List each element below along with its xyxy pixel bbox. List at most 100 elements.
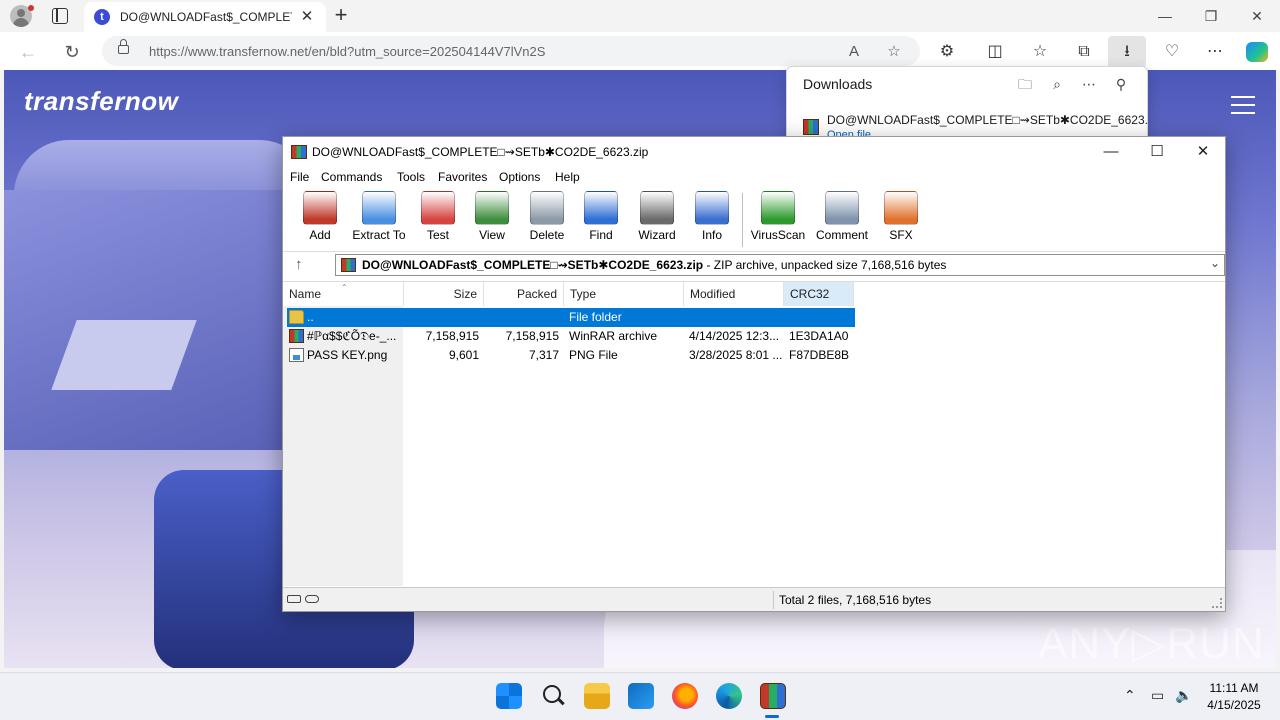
search-icon[interactable]: ⌕ bbox=[1047, 74, 1067, 94]
file-row-archive[interactable]: #ℙα$$ℭÕ𝔇e-_... 7,158,915 7,158,915 WinRA… bbox=[287, 327, 855, 346]
volume-icon[interactable]: 🔈 bbox=[1175, 687, 1192, 704]
view-button[interactable]: View bbox=[471, 191, 513, 249]
winrar-title-bar[interactable]: DO@WNLOADFast$_COMPLETE□⇝SETb✱CO2DE_6623… bbox=[283, 137, 1225, 167]
tab-favicon-icon: t bbox=[94, 9, 110, 25]
add-button[interactable]: Add bbox=[301, 191, 339, 249]
column-header-modified[interactable]: Modified bbox=[684, 282, 784, 306]
clock-date[interactable]: 4/15/2025 bbox=[1200, 698, 1268, 712]
favorites-icon[interactable]: ☆ bbox=[1029, 41, 1051, 63]
test-button[interactable]: Test bbox=[419, 191, 457, 249]
brand-logo[interactable]: transfernow bbox=[24, 86, 178, 117]
delete-label: Delete bbox=[529, 228, 565, 242]
address-bar[interactable]: https://www.transfernow.net/en/bld?utm_s… bbox=[102, 36, 920, 66]
more-options-icon[interactable]: ⋯ bbox=[1079, 74, 1099, 94]
resize-grip[interactable] bbox=[1212, 598, 1222, 608]
winrar-minimize-button[interactable]: — bbox=[1097, 141, 1125, 163]
winrar-path-bar: ↑ DO@WNLOADFast$_COMPLETE□⇝SETb✱CO2DE_66… bbox=[283, 251, 1225, 279]
sfx-icon bbox=[884, 191, 918, 225]
menu-help[interactable]: Help bbox=[555, 170, 580, 184]
file-name: .. bbox=[307, 310, 314, 324]
column-header-packed[interactable]: Packed bbox=[484, 282, 564, 306]
comment-button[interactable]: Comment bbox=[814, 191, 870, 249]
collections-icon[interactable]: ⧉ bbox=[1073, 41, 1095, 63]
file-type: WinRAR archive bbox=[569, 329, 658, 343]
url-host: https://www.transfernow.net bbox=[149, 44, 308, 59]
browser-essentials-icon[interactable]: ♡ bbox=[1161, 41, 1183, 63]
winrar-archive-icon bbox=[289, 329, 304, 343]
copilot-icon[interactable] bbox=[1246, 42, 1268, 62]
find-button[interactable]: Find bbox=[582, 191, 620, 249]
drive-icon[interactable] bbox=[287, 595, 301, 603]
extensions-icon[interactable]: ⚙ bbox=[936, 41, 958, 63]
file-row-parent-folder[interactable]: .. File folder bbox=[287, 308, 855, 327]
archive-path-dropdown[interactable]: DO@WNLOADFast$_COMPLETE□⇝SETb✱CO2DE_6623… bbox=[335, 254, 1225, 276]
column-header-name[interactable]: ⌃ Name bbox=[283, 282, 404, 306]
file-explorer-icon[interactable] bbox=[584, 683, 610, 709]
downloads-title: Downloads bbox=[803, 76, 873, 92]
tab-close-icon[interactable]: ✕ bbox=[298, 8, 316, 26]
downloads-panel: Downloads 🗀 ⌕ ⋯ ⚲ DO@WNLOADFast$_COMPLET… bbox=[786, 66, 1148, 146]
background-illustration bbox=[51, 320, 197, 390]
taskbar: ⌃ ▭ 🔈 11:11 AM 4/15/2025 bbox=[0, 672, 1280, 720]
more-icon[interactable]: ⋯ bbox=[1204, 41, 1226, 63]
chevron-down-icon[interactable]: ⌄ bbox=[1210, 256, 1220, 270]
menu-commands[interactable]: Commands bbox=[321, 170, 382, 184]
column-header-size[interactable]: Size bbox=[404, 282, 484, 306]
read-aloud-icon[interactable]: A bbox=[844, 42, 864, 62]
refresh-icon[interactable]: ↻ bbox=[61, 41, 83, 63]
info-button[interactable]: Info bbox=[693, 191, 731, 249]
search-icon[interactable] bbox=[540, 683, 566, 709]
column-header-crc32[interactable]: CRC32 bbox=[784, 282, 854, 306]
winrar-status-bar: Total 2 files, 7,168,516 bytes bbox=[283, 587, 1225, 611]
new-tab-button[interactable]: + bbox=[330, 4, 352, 27]
file-row-png[interactable]: PASS KEY.png 9,601 7,317 PNG File 3/28/2… bbox=[287, 346, 855, 365]
edge-icon[interactable] bbox=[716, 683, 742, 709]
archive-icon bbox=[341, 258, 356, 272]
wizard-button[interactable]: Wizard bbox=[635, 191, 679, 249]
close-button[interactable]: ✕ bbox=[1245, 6, 1269, 26]
clock-time[interactable]: 11:11 AM bbox=[1200, 681, 1268, 695]
favorite-star-icon[interactable]: ☆ bbox=[884, 42, 904, 62]
chevron-up-icon[interactable]: ⌃ bbox=[1124, 687, 1136, 704]
hamburger-menu-icon[interactable] bbox=[1231, 96, 1255, 114]
lock-icon[interactable] bbox=[118, 39, 129, 54]
winrar-icon[interactable] bbox=[760, 683, 786, 709]
archive-path-text: DO@WNLOADFast$_COMPLETE□⇝SETb✱CO2DE_6623… bbox=[362, 258, 946, 272]
tab-actions-icon[interactable] bbox=[52, 8, 68, 24]
firefox-icon[interactable] bbox=[672, 683, 698, 709]
open-folder-icon[interactable]: 🗀 bbox=[1015, 74, 1035, 94]
comment-icon bbox=[825, 191, 859, 225]
start-icon[interactable] bbox=[496, 683, 522, 709]
menu-file[interactable]: File bbox=[290, 170, 309, 184]
column-header-type[interactable]: Type bbox=[564, 282, 684, 306]
download-item-name[interactable]: DO@WNLOADFast$_COMPLETE□⇝SETb✱CO2DE_6623… bbox=[827, 113, 1147, 127]
winrar-close-button[interactable]: ✕ bbox=[1189, 141, 1217, 163]
virusscan-button[interactable]: VirusScan bbox=[750, 191, 806, 249]
virusscan-icon bbox=[761, 191, 795, 225]
key-icon[interactable] bbox=[305, 595, 319, 603]
up-one-level-icon[interactable]: ↑ bbox=[295, 256, 303, 273]
virusscan-label: VirusScan bbox=[750, 228, 806, 242]
downloads-icon[interactable]: ⭳ bbox=[1108, 36, 1146, 68]
back-icon[interactable]: ← bbox=[17, 41, 39, 63]
menu-tools[interactable]: Tools bbox=[397, 170, 425, 184]
menu-options[interactable]: Options bbox=[499, 170, 540, 184]
menu-favorites[interactable]: Favorites bbox=[438, 170, 487, 184]
extract-to-button[interactable]: Extract To bbox=[351, 191, 407, 249]
delete-button[interactable]: Delete bbox=[525, 191, 569, 249]
restore-button[interactable]: ❐ bbox=[1199, 6, 1223, 26]
pin-icon[interactable]: ⚲ bbox=[1111, 74, 1131, 94]
minimize-button[interactable]: — bbox=[1153, 6, 1177, 26]
file-size: 9,601 bbox=[448, 348, 479, 362]
file-packed: 7,317 bbox=[528, 348, 559, 362]
winrar-maximize-button[interactable]: ☐ bbox=[1143, 141, 1171, 163]
url-path: /en/bld?utm_source=202504144V7lVn2S bbox=[307, 44, 546, 59]
split-screen-icon[interactable]: ◫ bbox=[984, 41, 1006, 63]
network-icon[interactable]: ▭ bbox=[1151, 687, 1164, 704]
file-name: PASS KEY.png bbox=[307, 348, 388, 362]
browser-tab[interactable]: t DO@WNLOADFast$_COMPLETE□ ✕ bbox=[84, 2, 326, 32]
sfx-button[interactable]: SFX bbox=[880, 191, 922, 249]
tab-title: DO@WNLOADFast$_COMPLETE□ bbox=[120, 10, 292, 24]
url-text[interactable]: https://www.transfernow.net/en/bld?utm_s… bbox=[149, 44, 545, 59]
store-icon[interactable] bbox=[628, 683, 654, 709]
